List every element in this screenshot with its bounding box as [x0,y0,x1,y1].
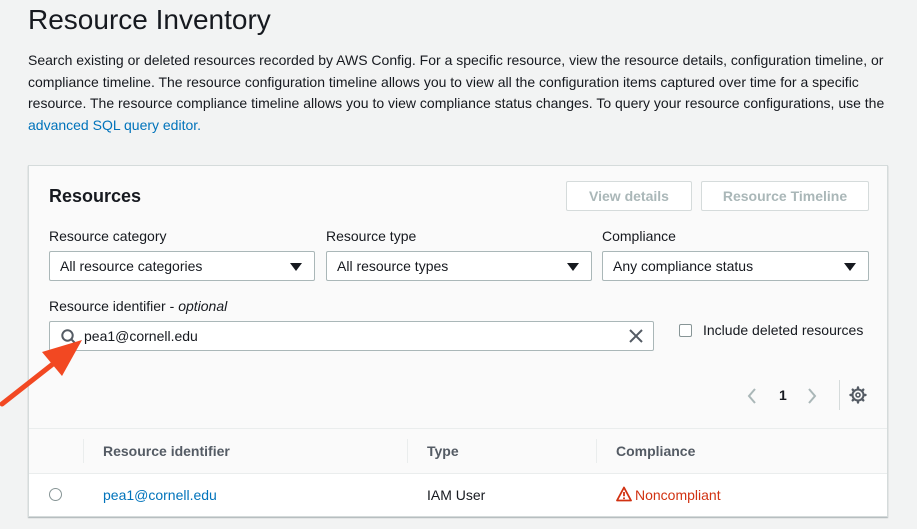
caret-down-icon [567,263,579,271]
resource-identifier-label: Resource identifier - optional [49,298,228,314]
column-type[interactable]: Type [427,429,459,473]
compliance-value: Any compliance status [613,258,754,274]
caret-down-icon [844,263,856,271]
include-deleted-checkbox[interactable] [679,324,692,337]
resources-title: Resources [49,186,142,206]
include-deleted-label: Include deleted resources [703,322,864,338]
clear-icon[interactable] [629,329,643,343]
compliance-label: Compliance [602,228,676,244]
resource-type-label: Resource type [326,228,417,244]
page-title: Resource Inventory [28,4,271,35]
resource-category-value: All resource categories [60,258,203,274]
resource-category-label: Resource category [49,228,167,244]
table-row[interactable]: pea1@cornell.edu IAM User Noncompliant [29,474,887,516]
chevron-right-icon[interactable] [807,388,817,404]
page-number[interactable]: 1 [779,387,787,403]
page-description: Search existing or deleted resources rec… [28,50,888,136]
row-compliance-status: Noncompliant [635,487,721,503]
resource-identifier-value: pea1@cornell.edu [84,328,198,344]
row-resource-identifier-link[interactable]: pea1@cornell.edu [103,474,217,516]
compliance-select[interactable]: Any compliance status [602,251,869,281]
column-separator [596,439,597,463]
resource-category-select[interactable]: All resource categories [49,251,315,281]
column-separator [83,439,84,463]
gear-icon[interactable] [849,386,867,404]
warning-icon [616,486,632,502]
resource-identifier-input[interactable]: pea1@cornell.edu [49,321,654,351]
resource-type-value: All resource types [337,258,449,274]
page-description-text: Search existing or deleted resources rec… [28,52,885,111]
pagination-divider [839,380,840,410]
view-details-button[interactable]: View details [566,181,692,211]
caret-down-icon [290,263,302,271]
column-compliance[interactable]: Compliance [616,429,695,473]
column-separator [407,439,408,463]
resource-timeline-button[interactable]: Resource Timeline [701,181,869,211]
row-select-radio[interactable] [49,488,62,501]
optional-label: optional [178,298,228,314]
table-header: Resource identifier Type Compliance [29,428,887,474]
resource-type-select[interactable]: All resource types [326,251,592,281]
column-resource-identifier[interactable]: Resource identifier [103,429,230,473]
row-type: IAM User [427,487,486,503]
resources-panel: Resources View details Resource Timeline… [28,165,888,517]
advanced-sql-query-editor-link[interactable]: advanced SQL query editor. [28,117,201,133]
chevron-left-icon[interactable] [747,388,757,404]
resource-identifier-label-text: Resource identifier [49,298,166,314]
annotation-arrow-icon [0,340,82,407]
